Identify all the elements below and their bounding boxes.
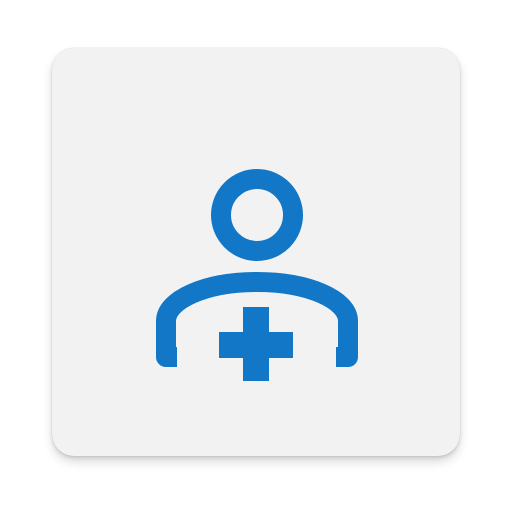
person-plus-icon <box>156 169 358 381</box>
plus-icon <box>219 307 293 381</box>
person-head-shape <box>211 169 303 261</box>
app-icon-canvas <box>0 0 512 512</box>
